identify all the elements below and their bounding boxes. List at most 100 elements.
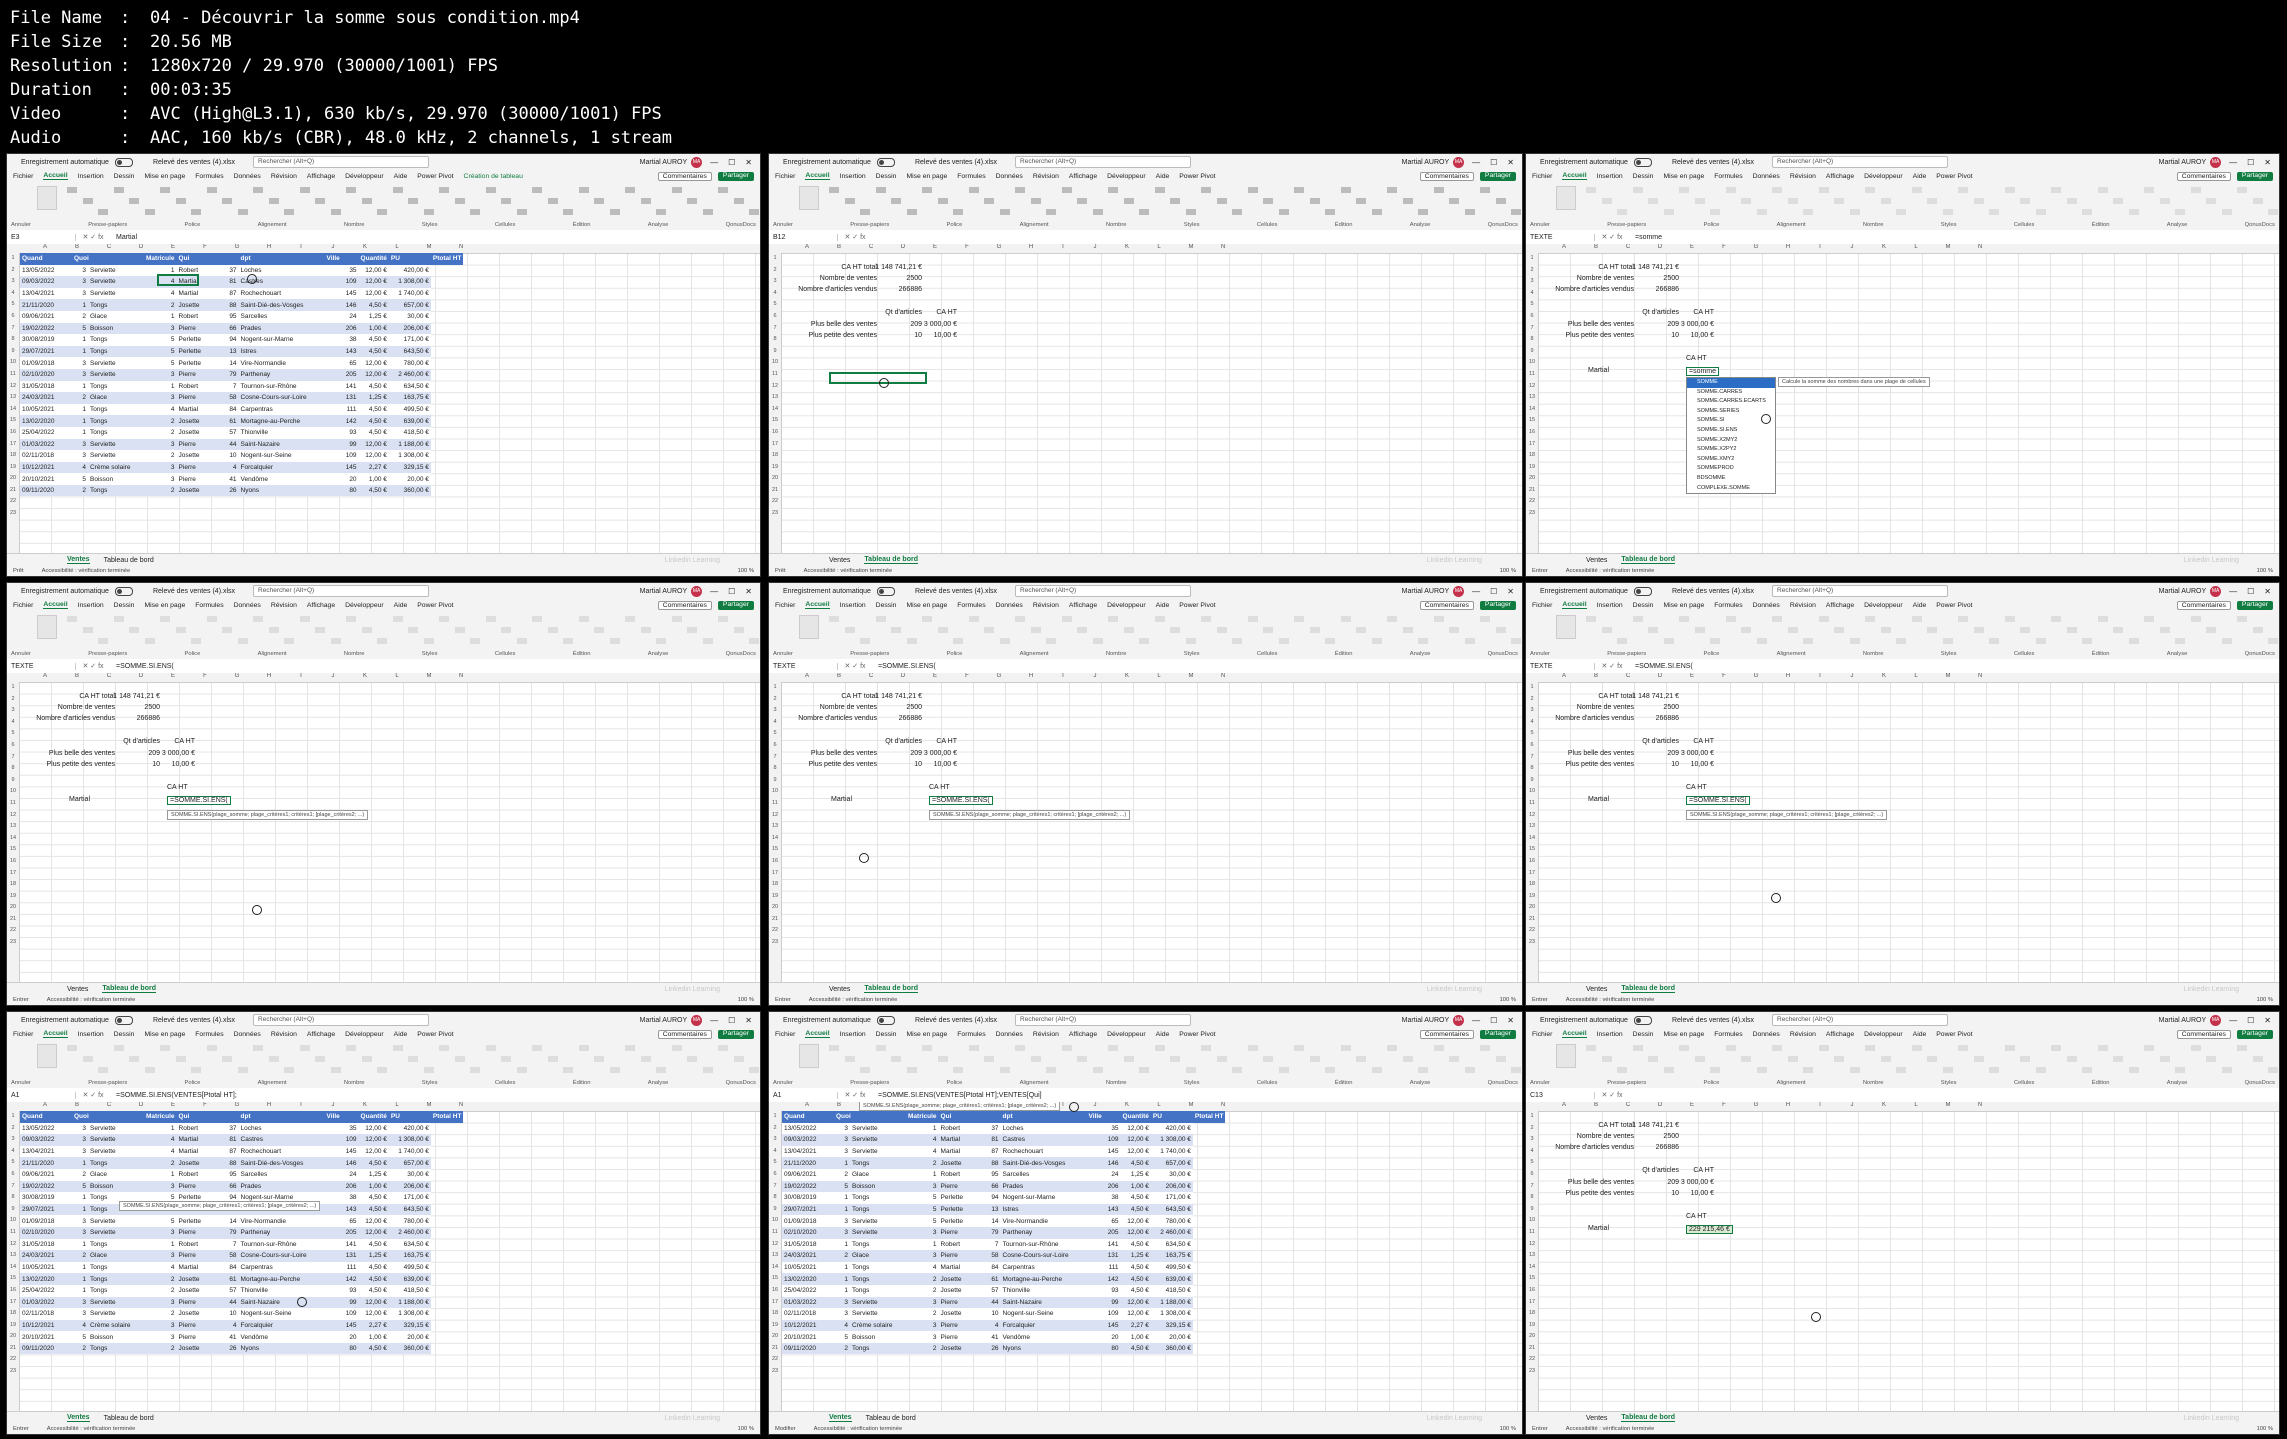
ribbon-icon[interactable] <box>1247 1045 1258 1051</box>
table-cell[interactable]: 4 <box>906 1145 939 1158</box>
table-cell[interactable]: Serviette <box>88 450 144 462</box>
ribbon-icon[interactable] <box>2237 616 2247 622</box>
ribbon-icon[interactable] <box>1787 1056 1798 1062</box>
row-header[interactable]: 23 <box>769 937 781 949</box>
table-cell[interactable]: 02/11/2018 <box>782 1308 834 1320</box>
close-button[interactable]: ✕ <box>2264 587 2271 596</box>
table-cell[interactable]: 1 <box>144 1168 177 1181</box>
table-cell[interactable]: 1 <box>144 1122 177 1135</box>
ca-ht-label[interactable]: CA HT <box>1686 784 1707 791</box>
column-header[interactable]: M <box>1175 673 1207 682</box>
table-cell[interactable]: 206 <box>324 322 359 335</box>
ribbon-icon[interactable] <box>718 187 728 193</box>
row-header[interactable]: 15 <box>1526 844 1538 856</box>
column-header[interactable]: L <box>1900 1102 1932 1111</box>
ribbon-tab[interactable]: Fichier <box>1532 1031 1552 1038</box>
table-cell[interactable]: Istres <box>238 345 325 358</box>
table-cell[interactable]: 65 <box>1086 1215 1121 1227</box>
table-cell[interactable]: 145 <box>324 461 359 474</box>
table-cell[interactable]: 4 <box>834 1319 850 1332</box>
table-cell[interactable]: 09/03/2022 <box>782 1134 834 1146</box>
table-cell[interactable]: 3 <box>144 1180 177 1193</box>
row-header[interactable]: 11 <box>1526 1227 1538 1239</box>
avatar[interactable]: MA <box>691 585 703 597</box>
table-cell[interactable]: 171,00 € <box>388 1192 431 1204</box>
ribbon-tab[interactable]: Mise en page <box>144 1031 185 1038</box>
row-header[interactable]: 14 <box>7 1262 19 1274</box>
ribbon-tab[interactable]: Mise en page <box>906 1031 947 1038</box>
ribbon-icon[interactable] <box>1710 638 1720 644</box>
ribbon-icon[interactable] <box>922 616 932 622</box>
table-cell[interactable]: 2 <box>144 1273 177 1285</box>
row-header[interactable]: 6 <box>7 311 19 323</box>
table-cell[interactable]: 145 <box>1086 1145 1121 1158</box>
ribbon-icon[interactable] <box>2252 198 2263 204</box>
table-cell[interactable]: 4,50 € <box>358 403 389 416</box>
table-cell[interactable]: 131 <box>1086 1250 1121 1262</box>
autosave-toggle[interactable] <box>114 157 133 167</box>
table-cell[interactable]: 3 <box>144 368 177 381</box>
sheet-tab[interactable]: Ventes <box>1586 986 1607 993</box>
row-header[interactable]: 16 <box>769 427 781 439</box>
table-cell[interactable]: 145 <box>324 1319 359 1332</box>
table-cell[interactable]: 109 <box>324 1308 359 1320</box>
table-cell[interactable]: Glace <box>850 1250 906 1262</box>
ribbon-tab[interactable]: Insertion <box>78 602 104 609</box>
table-cell[interactable]: 1 <box>72 1261 88 1274</box>
ribbon-icon[interactable] <box>1340 616 1351 622</box>
ribbon-icon[interactable] <box>315 198 325 204</box>
table-cell[interactable]: Perlette <box>176 334 221 346</box>
row-header[interactable]: 14 <box>769 833 781 845</box>
table-cell[interactable]: 12,00 € <box>358 450 389 462</box>
table-cell[interactable]: Saint-Dié-des-Vosges <box>1000 1157 1087 1169</box>
ribbon-icon[interactable] <box>609 1067 620 1073</box>
ribbon-tab[interactable]: Accueil <box>1562 172 1587 180</box>
table-cell[interactable]: 09/03/2022 <box>20 1134 72 1146</box>
table-cell[interactable]: 142 <box>1086 1273 1121 1285</box>
table-cell[interactable]: 12,00 € <box>358 1215 389 1227</box>
ribbon-icon[interactable] <box>346 616 356 622</box>
row-header[interactable]: 8 <box>7 1192 19 1204</box>
table-cell[interactable]: 24 <box>1086 1168 1121 1181</box>
table-cell[interactable]: Nyons <box>238 1342 325 1355</box>
ca-total-label[interactable]: CA HT total <box>79 693 115 700</box>
ribbon-icon[interactable] <box>1371 209 1382 215</box>
table-cell[interactable]: 3 <box>144 1319 177 1332</box>
ribbon-icon[interactable] <box>2051 616 2061 622</box>
ribbon-icon[interactable] <box>906 638 917 644</box>
ribbon-icon[interactable] <box>439 187 449 193</box>
table-cell[interactable]: 10/12/2021 <box>20 461 72 474</box>
sheet-tab[interactable]: Tableau de bord <box>102 985 156 993</box>
row-header[interactable]: 19 <box>769 1320 781 1332</box>
table-cell[interactable]: 418,50 € <box>388 1284 431 1297</box>
row-header[interactable]: 20 <box>1526 473 1538 485</box>
ribbon-icon[interactable] <box>1480 616 1490 622</box>
ribbon-icon[interactable] <box>532 616 542 622</box>
ribbon-icon[interactable] <box>330 638 341 644</box>
ribbon-icon[interactable] <box>82 1056 93 1062</box>
ribbon-icon[interactable] <box>860 638 870 644</box>
ribbon-icon[interactable] <box>392 187 403 193</box>
table-cell[interactable]: 94 <box>982 1192 1001 1204</box>
row-header[interactable]: 15 <box>7 415 19 427</box>
table-cell[interactable]: 13/02/2020 <box>20 415 72 427</box>
table-cell[interactable]: 12,00 € <box>1120 1134 1151 1146</box>
ribbon-icon[interactable] <box>1387 616 1397 622</box>
ribbon-icon[interactable] <box>1942 638 1953 644</box>
martial-label[interactable]: Martial <box>1588 796 1609 803</box>
table-cell[interactable]: Pierre <box>176 438 221 451</box>
ribbon-icon[interactable] <box>1849 1067 1860 1073</box>
table-cell[interactable]: 4 <box>144 1145 177 1158</box>
column-header[interactable]: N <box>445 673 477 682</box>
ribbon-icon[interactable] <box>625 1045 635 1051</box>
table-cell[interactable]: 2 <box>144 1157 177 1169</box>
ribbon-icon[interactable] <box>625 187 635 193</box>
ribbon-icon[interactable] <box>284 638 294 644</box>
ribbon-icon[interactable] <box>454 627 465 633</box>
ca-total-label[interactable]: CA HT total <box>1598 264 1634 271</box>
column-header[interactable]: B <box>1580 1102 1612 1111</box>
column-header[interactable]: I <box>285 673 317 682</box>
table-cell[interactable]: Nogent-sur-Marne <box>238 334 325 346</box>
best-sale-ca[interactable]: 3 000,00 € <box>1681 321 1714 328</box>
ribbon-tab[interactable]: Développeur <box>345 602 384 609</box>
